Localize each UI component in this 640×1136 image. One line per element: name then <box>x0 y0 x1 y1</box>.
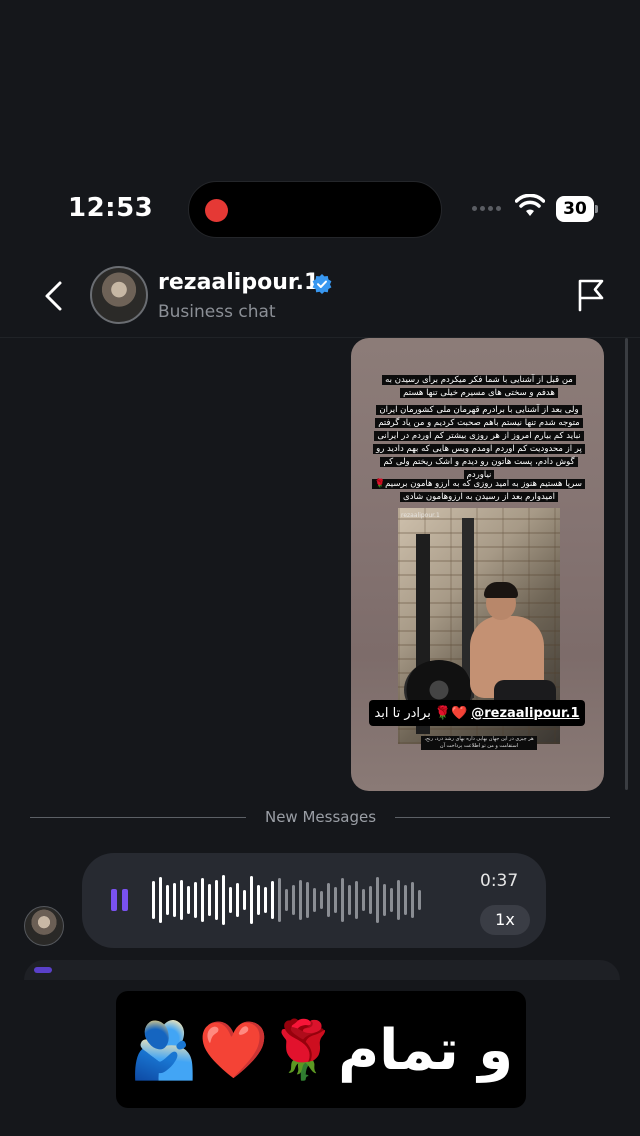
waveform-bar <box>411 882 414 918</box>
new-messages-divider: New Messages <box>264 808 377 826</box>
battery-level: 30 <box>556 196 594 222</box>
dynamic-island <box>188 181 442 238</box>
waveform-bar <box>285 889 288 911</box>
waveform-bar <box>383 884 386 916</box>
waveform-bar <box>208 884 211 916</box>
story-watermark: rezaalipour.1 <box>401 512 440 519</box>
chat-username[interactable]: rezaalipour.1 <box>158 270 319 295</box>
cellular-signal-icon <box>472 206 501 211</box>
waveform-bar <box>215 880 218 920</box>
waveform-bar <box>222 875 225 925</box>
recording-indicator-icon <box>205 199 228 222</box>
scrollbar[interactable] <box>625 338 628 790</box>
waveform-bar <box>299 880 302 920</box>
back-chevron-icon[interactable] <box>40 280 68 312</box>
next-message-indicator <box>34 967 52 973</box>
waveform-bar <box>201 878 204 922</box>
waveform-bar <box>180 880 183 920</box>
next-message-bubble <box>24 960 620 980</box>
waveform-bar <box>320 891 323 909</box>
waveform-bar <box>418 890 421 910</box>
waveform-bar <box>404 885 407 915</box>
pause-icon[interactable] <box>111 889 129 911</box>
story-mention-sticker[interactable]: برادر تا ابد 🌹❤️ @rezaalipour.1 <box>369 700 585 726</box>
verified-badge-icon <box>312 274 332 294</box>
waveform-bar <box>264 887 267 913</box>
voice-duration: 0:37 <box>480 871 519 891</box>
waveform-bar <box>369 886 372 914</box>
waveform-bar <box>362 889 365 911</box>
voice-message-bubble[interactable]: 0:37 1x <box>82 853 546 948</box>
video-caption-overlay: و تمام🌹❤️🫂 <box>116 991 526 1108</box>
mention-handle[interactable]: @rezaalipour.1 <box>471 706 579 721</box>
story-caption-2: ولی بعد از آشنایی با برادرم قهرمان ملی ک… <box>373 404 585 482</box>
story-footer-text: هر چیزی در این جهان بهایی داره بهای رشد … <box>421 736 537 750</box>
waveform-bar <box>341 878 344 922</box>
waveform-bar <box>271 881 274 919</box>
shared-story-card[interactable]: من قبل از آشنایی با شما فکر میکردم برای … <box>351 338 604 791</box>
waveform-bar <box>166 885 169 915</box>
waveform-bar <box>194 882 197 918</box>
waveform-bar <box>229 887 232 913</box>
profile-avatar[interactable] <box>90 266 148 324</box>
wifi-icon <box>515 194 545 216</box>
waveform-bar <box>236 883 239 917</box>
divider-line-right <box>395 817 610 818</box>
waveform-bar <box>313 888 316 912</box>
waveform-bar <box>173 883 176 917</box>
waveform-bar <box>327 883 330 917</box>
waveform-bar <box>397 880 400 920</box>
waveform-bar <box>152 881 155 919</box>
flag-icon[interactable] <box>576 278 606 312</box>
audio-waveform[interactable] <box>152 871 472 929</box>
mention-emoji: 🌹❤️ <box>434 705 468 721</box>
chat-subtitle: Business chat <box>158 302 276 322</box>
waveform-bar <box>334 887 337 913</box>
playback-speed-button[interactable]: 1x <box>480 905 530 935</box>
waveform-bar <box>355 881 358 919</box>
waveform-bar <box>390 888 393 912</box>
waveform-bar <box>292 885 295 915</box>
waveform-bar <box>376 877 379 923</box>
waveform-bar <box>306 882 309 918</box>
battery-icon: 30 <box>556 196 598 222</box>
story-caption-1: من قبل از آشنایی با شما فکر میکردم برای … <box>373 374 585 400</box>
mention-text: برادر تا ابد <box>374 705 431 721</box>
status-time: 12:53 <box>68 193 154 223</box>
waveform-bar <box>348 885 351 915</box>
sender-avatar[interactable] <box>24 906 64 946</box>
waveform-bar <box>278 878 281 922</box>
waveform-bar <box>243 890 246 910</box>
waveform-bar <box>159 877 162 923</box>
waveform-bar <box>187 886 190 914</box>
story-caption-3: سرپا هستیم هنوز به امید روزی که به ارزو … <box>371 478 585 504</box>
divider-line-left <box>30 817 246 818</box>
waveform-bar <box>250 876 253 924</box>
waveform-bar <box>257 885 260 915</box>
